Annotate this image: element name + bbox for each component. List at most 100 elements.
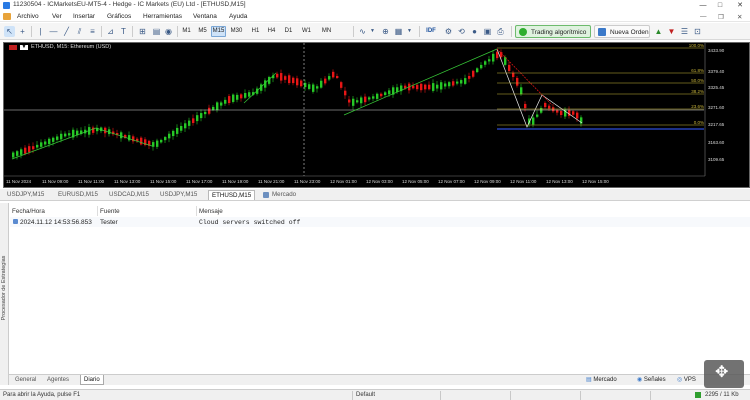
menu-tools[interactable]: Herramientas (143, 13, 182, 20)
algo-trading-button[interactable]: Trading algorítmico (515, 25, 591, 38)
template-icon[interactable]: ▤ (151, 26, 162, 37)
candle (152, 142, 155, 147)
maximize-icon[interactable]: □ (713, 0, 727, 11)
grid-icon[interactable]: ▦ (393, 26, 404, 37)
shapes-icon[interactable]: ⊿ (105, 26, 116, 37)
buy-icon[interactable]: ▲ (653, 26, 664, 37)
status-profile: Default (356, 392, 376, 398)
candle (448, 82, 451, 87)
candle (460, 80, 463, 84)
vertical-line-icon[interactable]: | (35, 26, 46, 37)
timeframe-h4[interactable]: H4 (264, 26, 279, 37)
calc-icon[interactable]: ⊡ (692, 26, 703, 37)
channel-icon[interactable]: ⫽ (74, 26, 85, 37)
market-icon[interactable]: ▣ (482, 26, 493, 37)
ide-button[interactable]: IDF (424, 26, 438, 37)
candle (388, 90, 391, 95)
col-header-time[interactable]: Fecha/Hora (12, 208, 45, 215)
signals-button[interactable]: ◉ Señales (637, 375, 666, 385)
crosshair-icon[interactable]: + (17, 26, 28, 37)
trade-buy-icon[interactable]: ▼ (20, 45, 28, 50)
history-icon[interactable]: ⟲ (456, 26, 467, 37)
move-overlay[interactable]: ✥ (704, 360, 744, 388)
tab-journal[interactable]: Diario (80, 375, 104, 385)
market-tab[interactable]: Mercado (260, 190, 299, 200)
candle (16, 151, 19, 156)
zoom-in-icon[interactable]: ⊕ (380, 26, 391, 37)
symbol-icon[interactable]: ◉ (163, 26, 174, 37)
minimize-icon[interactable]: — (696, 0, 710, 11)
strategy-tester-sidebar[interactable]: Procesador de Estrategias (0, 203, 9, 385)
menu-view[interactable]: Ver (52, 13, 62, 20)
lock-icon[interactable]: ⚙ (443, 26, 454, 37)
timeframe-m15[interactable]: M15 (211, 26, 226, 37)
new-chart-icon[interactable]: ⊞ (137, 26, 148, 37)
menu-file[interactable]: Archivo (17, 13, 39, 20)
screenshot-icon[interactable]: ⎙ (495, 26, 506, 37)
timeframe-m30[interactable]: M30 (229, 26, 244, 37)
candle (484, 61, 487, 65)
timeframe-m5[interactable]: M5 (195, 26, 210, 37)
market-icon (263, 192, 269, 198)
chart-menu-icon[interactable] (3, 13, 11, 20)
candle (36, 144, 39, 148)
candle (188, 120, 191, 126)
child-close-icon[interactable]: ✕ (737, 13, 742, 21)
chart-tab[interactable]: USDCAD,M15 (106, 190, 152, 200)
chart-tab-active[interactable]: ETHUSD,M15 (208, 190, 256, 200)
price-chart[interactable]: 100.0% 61.8% 50.0% 38.2% 23.6% 0.0% 3433.90 33… (3, 42, 750, 188)
menu-window[interactable]: Ventana (193, 13, 217, 20)
menu-charts[interactable]: Gráficos (107, 13, 131, 20)
horizontal-line-icon[interactable]: — (48, 26, 59, 37)
candle (344, 90, 347, 96)
chevron-down-icon[interactable]: ▼ (367, 26, 378, 37)
candle (32, 146, 35, 150)
candle (416, 84, 419, 90)
trendline-icon[interactable]: ╱ (61, 26, 72, 37)
fibonacci-icon[interactable]: ≡ (87, 26, 98, 37)
col-header-source[interactable]: Fuente (100, 208, 120, 215)
close-icon[interactable]: ✕ (733, 0, 747, 11)
market-button[interactable]: ▤ Mercado (586, 375, 617, 385)
time-tick-label: 12 Nov 09:00 (474, 179, 501, 184)
candle (480, 64, 483, 69)
timeframe-d1[interactable]: D1 (281, 26, 296, 37)
new-order-button[interactable]: Nueva Orden (594, 25, 650, 38)
trade-sell-icon[interactable] (9, 45, 17, 50)
status-bar: Para abrir la Ayuda, pulse F1 Default 22… (0, 389, 750, 400)
candle (168, 133, 171, 139)
row-time: 2024.11.12 14:53:56.853 (20, 219, 92, 226)
candle (176, 127, 179, 134)
child-restore-icon[interactable]: ❐ (718, 13, 724, 21)
candle (368, 97, 371, 100)
chart-canvas[interactable]: 100.0% 61.8% 50.0% 38.2% 23.6% 0.0% 3433.90 33… (4, 43, 749, 187)
signals-button-label: Señales (643, 377, 666, 383)
menu-bar: Archivo Ver Insertar Gráficos Herramient… (0, 11, 750, 22)
timeframe-m1[interactable]: M1 (179, 26, 194, 37)
timeframe-h1[interactable]: H1 (248, 26, 263, 37)
timeframe-mn[interactable]: MN (319, 26, 334, 37)
table-row[interactable] (10, 217, 750, 227)
menu-help[interactable]: Ayuda (229, 13, 247, 20)
depth-icon[interactable]: ☰ (679, 26, 690, 37)
vps-button[interactable]: ◎ VPS (677, 375, 696, 385)
tab-agents[interactable]: Agentes (44, 375, 72, 385)
chevron-down-icon[interactable]: ▼ (404, 26, 415, 37)
child-minimize-icon[interactable]: — (700, 13, 707, 20)
candle (424, 84, 427, 90)
chart-tab[interactable]: USDJPY,M15 (157, 190, 200, 200)
tab-general[interactable]: General (12, 375, 39, 385)
record-icon[interactable]: ● (469, 26, 480, 37)
timeframe-w1[interactable]: W1 (299, 26, 314, 37)
sell-icon[interactable]: ▼ (666, 26, 677, 37)
candle (300, 80, 303, 87)
candle (60, 133, 63, 140)
chart-tab[interactable]: EURUSD,M15 (55, 190, 101, 200)
text-icon[interactable]: T (118, 26, 129, 37)
chart-tab[interactable]: USDJPY,M15 (4, 190, 47, 200)
menu-insert[interactable]: Insertar (73, 13, 95, 20)
cursor-icon[interactable]: ↖ (4, 26, 15, 37)
candle (200, 113, 203, 119)
candle (244, 93, 247, 98)
col-header-message[interactable]: Mensaje (199, 208, 223, 215)
